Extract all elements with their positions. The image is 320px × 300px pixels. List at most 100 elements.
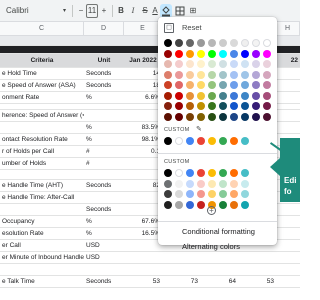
pencil-icon[interactable]: ✎ (196, 125, 202, 133)
strikethrough-button[interactable]: S (140, 4, 150, 18)
column-header[interactable]: H (276, 22, 300, 36)
table-cell-criteria[interactable]: e Hold Time (0, 68, 84, 79)
color-swatch[interactable] (208, 179, 216, 188)
color-swatch[interactable] (197, 169, 205, 177)
table-cell-jan[interactable] (124, 110, 162, 121)
table-cell-last[interactable] (276, 68, 300, 79)
table-cell-last[interactable] (276, 80, 300, 91)
table-cell-criteria[interactable]: herence: Speed of Answer (< (0, 110, 84, 121)
color-swatch[interactable] (164, 112, 172, 121)
table-cell-unit[interactable]: % (84, 134, 124, 145)
color-swatch[interactable] (230, 49, 238, 58)
color-swatch[interactable] (197, 49, 205, 58)
table-cell-unit[interactable]: Seconds (84, 80, 124, 91)
table-cell-jan[interactable] (124, 264, 162, 275)
color-swatch[interactable] (241, 137, 249, 145)
color-swatch[interactable] (175, 39, 183, 47)
table-cell-jan[interactable]: 83.5% (124, 122, 162, 133)
color-swatch[interactable] (197, 102, 205, 110)
table-cell-criteria[interactable] (0, 204, 84, 215)
table-cell-unit[interactable]: USD (84, 240, 124, 251)
color-swatch[interactable] (263, 70, 271, 79)
table-cell-last[interactable] (276, 204, 300, 215)
table-cell-last[interactable] (276, 276, 300, 287)
borders-button[interactable] (174, 4, 186, 18)
color-swatch[interactable] (164, 91, 172, 100)
color-swatch[interactable] (175, 60, 183, 68)
color-swatch[interactable] (230, 179, 238, 188)
color-swatch[interactable] (252, 49, 260, 58)
table-cell-jan[interactable] (124, 192, 162, 203)
color-swatch[interactable] (219, 179, 227, 188)
color-swatch[interactable] (208, 39, 216, 47)
color-swatch[interactable] (263, 91, 271, 100)
color-swatch[interactable] (164, 39, 172, 47)
color-swatch[interactable] (241, 169, 249, 177)
column-header[interactable]: D (84, 22, 124, 36)
color-swatch[interactable] (230, 60, 238, 68)
table-cell-unit[interactable]: # (84, 146, 124, 157)
table-cell-mar[interactable] (200, 264, 238, 275)
color-swatch[interactable] (219, 60, 227, 68)
color-swatch[interactable] (230, 112, 238, 121)
table-cell-unit[interactable]: # (84, 158, 124, 169)
color-swatch[interactable] (197, 91, 205, 100)
color-swatch[interactable] (241, 179, 249, 188)
table-cell-criteria[interactable]: e Talk Time (0, 276, 84, 287)
header-criteria[interactable]: Criteria (0, 54, 84, 67)
color-swatch[interactable] (252, 91, 260, 100)
color-swatch[interactable] (186, 70, 194, 79)
color-swatch[interactable] (230, 190, 238, 198)
table-cell-criteria[interactable]: er Minute of Inbound Handle (0, 252, 84, 263)
font-family-dropdown[interactable]: Calibri ▾ (0, 4, 70, 18)
table-cell-criteria[interactable]: e Speed of Answer (ASA) (0, 80, 84, 91)
color-swatch[interactable] (241, 70, 249, 79)
color-swatch[interactable] (175, 102, 183, 110)
color-swatch[interactable] (164, 169, 172, 177)
table-cell-feb[interactable] (162, 252, 200, 263)
table-cell-unit[interactable]: Seconds (84, 68, 124, 79)
color-swatch[interactable] (252, 81, 260, 89)
color-swatch[interactable] (175, 112, 183, 121)
table-cell-unit[interactable]: % (84, 216, 124, 227)
table-cell-last[interactable] (276, 216, 300, 227)
table-cell-jan[interactable] (124, 170, 162, 179)
table-cell-last[interactable] (276, 240, 300, 251)
table-cell-jan[interactable] (124, 240, 162, 251)
table-cell-unit[interactable] (84, 264, 124, 275)
table-cell-apr[interactable]: 53 (238, 276, 276, 287)
color-swatch[interactable] (219, 70, 227, 79)
color-swatch[interactable] (219, 137, 227, 145)
color-swatch[interactable] (197, 112, 205, 121)
color-swatch[interactable] (219, 200, 227, 209)
table-cell-unit[interactable]: % (84, 92, 124, 103)
table-cell-jan[interactable]: 16.5% (124, 228, 162, 239)
color-swatch[interactable] (219, 49, 227, 58)
color-swatch[interactable] (164, 70, 172, 79)
color-swatch[interactable] (252, 112, 260, 121)
table-cell-jan[interactable] (124, 252, 162, 263)
color-swatch[interactable] (263, 60, 271, 68)
table-cell-feb[interactable]: 73 (162, 276, 200, 287)
color-swatch[interactable] (197, 70, 205, 79)
table-cell-jan[interactable]: 18 (124, 80, 162, 91)
table-cell-apr[interactable] (238, 264, 276, 275)
color-swatch[interactable] (263, 49, 271, 58)
table-cell-feb[interactable] (162, 264, 200, 275)
color-swatch[interactable] (208, 60, 216, 68)
color-swatch[interactable] (164, 179, 172, 188)
color-swatch[interactable] (175, 137, 183, 145)
color-swatch[interactable] (208, 190, 216, 198)
table-cell-unit[interactable]: Seconds (84, 276, 124, 287)
color-swatch[interactable] (164, 200, 172, 209)
color-swatch[interactable] (208, 102, 216, 110)
table-cell-criteria[interactable]: e Handle Time (AHT) (0, 180, 84, 191)
color-swatch[interactable] (263, 39, 271, 47)
table-cell-unit[interactable]: USD (84, 252, 124, 263)
fill-color-button[interactable] (160, 4, 172, 18)
color-swatch[interactable] (186, 137, 194, 145)
color-swatch[interactable] (208, 70, 216, 79)
color-swatch[interactable] (186, 39, 194, 47)
color-swatch[interactable] (219, 81, 227, 89)
increase-font-size-button[interactable]: + (99, 4, 109, 18)
